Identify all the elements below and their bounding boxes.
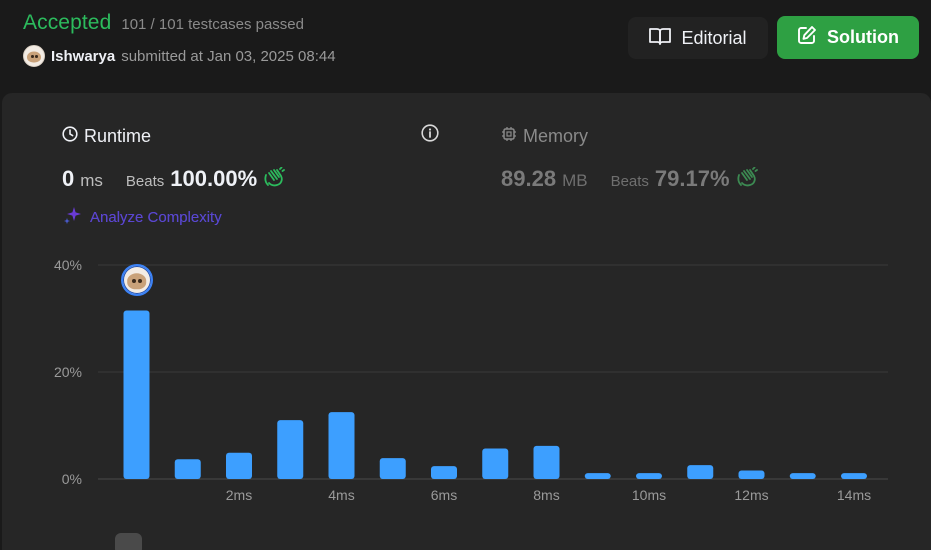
runtime-bar[interactable] xyxy=(738,470,765,479)
memory-header[interactable]: Memory xyxy=(501,126,588,147)
x-tick-label: 6ms xyxy=(431,487,457,503)
info-icon[interactable] xyxy=(421,124,439,147)
analyze-complexity-link[interactable]: Analyze Complexity xyxy=(63,205,222,229)
solution-label: Solution xyxy=(827,27,899,47)
my-submission-avatar[interactable] xyxy=(120,264,153,296)
memory-beats-label: Beats xyxy=(610,173,649,190)
runtime-bar[interactable] xyxy=(687,465,714,479)
runtime-header[interactable]: Runtime xyxy=(62,126,151,147)
chart-scroll-thumb[interactable] xyxy=(115,533,142,550)
runtime-unit: ms xyxy=(80,171,103,190)
runtime-bar[interactable] xyxy=(328,412,355,479)
runtime-title: Runtime xyxy=(84,126,152,146)
analyze-complexity-label: Analyze Complexity xyxy=(90,208,222,226)
solution-button[interactable]: Solution xyxy=(777,16,919,59)
x-tick-label: 2ms xyxy=(226,487,252,503)
memory-beats-value: 79.17% xyxy=(654,166,730,191)
runtime-bar[interactable] xyxy=(584,473,611,479)
runtime-bar[interactable] xyxy=(533,445,560,479)
avatar[interactable] xyxy=(23,45,45,67)
runtime-beats-value: 100.00% xyxy=(170,166,258,191)
verdict-label: Accepted xyxy=(23,11,112,34)
chip-icon xyxy=(501,126,517,147)
y-tick-label: 40% xyxy=(54,257,82,273)
username-link[interactable]: Ishwarya xyxy=(51,48,115,65)
testcases-count: 101 / 101 testcases passed xyxy=(121,16,304,33)
runtime-bar[interactable] xyxy=(482,448,509,479)
edit-icon xyxy=(797,25,817,50)
x-tick-label: 14ms xyxy=(837,487,871,503)
y-tick-label: 20% xyxy=(54,364,82,380)
runtime-bar[interactable] xyxy=(123,310,150,479)
clock-icon xyxy=(62,126,78,147)
runtime-bar[interactable] xyxy=(226,452,252,479)
runtime-bar[interactable] xyxy=(174,459,201,479)
runtime-bar[interactable] xyxy=(841,473,867,479)
runtime-bar[interactable] xyxy=(789,473,816,479)
runtime-bar[interactable] xyxy=(379,458,406,479)
sparkle-icon xyxy=(63,205,83,229)
editorial-label: Editorial xyxy=(681,27,747,48)
runtime-value: 0 xyxy=(62,166,75,191)
runtime-bar[interactable] xyxy=(636,473,662,479)
status-row: Accepted 101 / 101 testcases passed xyxy=(23,11,304,35)
memory-value: 89.28 xyxy=(501,166,557,191)
memory-unit: MB xyxy=(562,171,588,190)
x-tick-label: 8ms xyxy=(533,487,559,503)
x-tick-label: 4ms xyxy=(328,487,354,503)
clap-hands-icon xyxy=(736,166,758,192)
runtime-beats-label: Beats xyxy=(125,173,165,190)
y-tick-label: 0% xyxy=(62,471,82,487)
clap-hands-icon xyxy=(263,166,286,192)
book-icon xyxy=(649,27,672,50)
runtime-bar[interactable] xyxy=(431,466,457,479)
memory-values: 89.28 MB Beats 79.17% xyxy=(501,166,758,192)
submitter-row: Ishwarya submitted at Jan 03, 2025 08:44 xyxy=(23,45,336,67)
x-tick-label: 10ms xyxy=(632,487,666,503)
submitted-time: submitted at Jan 03, 2025 08:44 xyxy=(121,47,336,65)
editorial-button[interactable]: Editorial xyxy=(628,17,768,59)
runtime-bar[interactable] xyxy=(277,420,304,479)
memory-title: Memory xyxy=(523,126,589,146)
runtime-values: 0 ms Beats 100.00% xyxy=(62,166,286,192)
x-tick-label: 12ms xyxy=(734,487,768,503)
